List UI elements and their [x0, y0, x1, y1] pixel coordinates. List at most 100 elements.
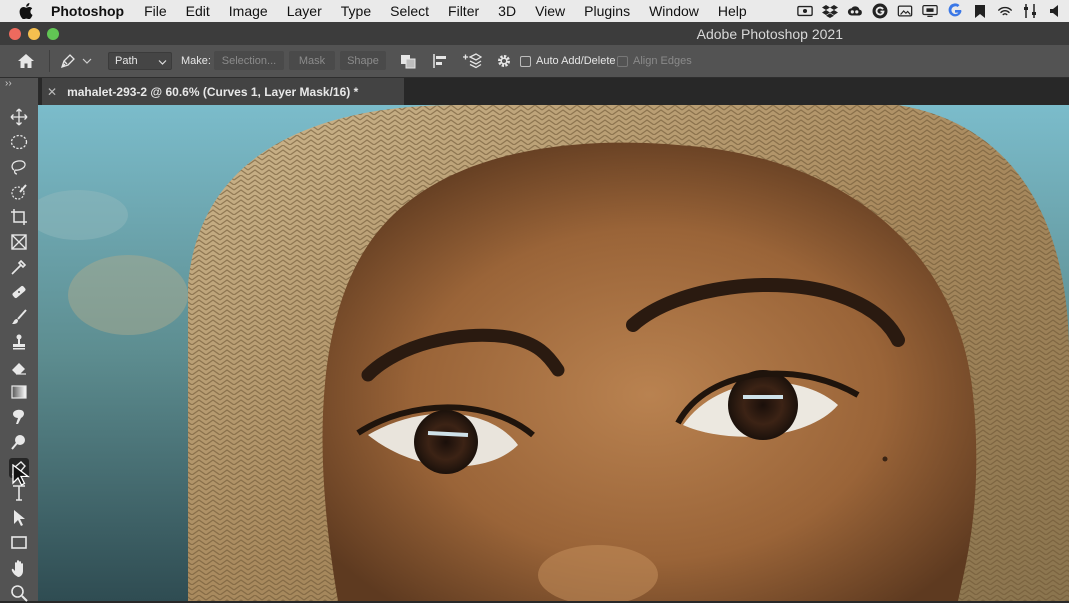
path-selection-tool[interactable] [9, 508, 29, 528]
auto-add-delete-checkbox[interactable]: Auto Add/Delete [520, 45, 616, 77]
photos-icon[interactable] [897, 3, 913, 19]
document-tab-bar: ✕ mahalet-293-2 @ 60.6% (Curves 1, Layer… [38, 78, 1069, 105]
macos-menubar: Photoshop File Edit Image Layer Type Sel… [0, 0, 1069, 22]
menu-file[interactable]: File [144, 3, 167, 19]
rectangle-tool[interactable] [9, 533, 29, 553]
menu-view[interactable]: View [535, 3, 565, 19]
path-arrangement-button[interactable] [462, 45, 482, 77]
quick-selection-icon [11, 184, 27, 200]
marquee-tool[interactable] [9, 132, 29, 152]
display-icon[interactable] [922, 3, 938, 19]
gradient-tool[interactable] [9, 382, 29, 402]
make-mask-button[interactable]: Mask [289, 51, 335, 70]
smudge-tool[interactable] [9, 407, 29, 427]
menu-layer[interactable]: Layer [287, 3, 322, 19]
zoom-icon [11, 585, 28, 602]
make-shape-button[interactable]: Shape [340, 51, 386, 70]
window-minimize-button[interactable] [28, 28, 40, 40]
dodge-icon [11, 435, 25, 450]
crop-tool[interactable] [9, 207, 29, 227]
dropbox-icon[interactable] [822, 3, 838, 19]
menu-image[interactable]: Image [229, 3, 268, 19]
menu-3d[interactable]: 3D [498, 3, 516, 19]
path-operations-button[interactable] [399, 45, 417, 77]
menu-filter[interactable]: Filter [448, 3, 479, 19]
make-selection-button[interactable]: Selection... [214, 51, 284, 70]
collapse-panel-icon[interactable]: ›› [5, 78, 12, 89]
close-tab-icon[interactable]: ✕ [47, 85, 57, 99]
portrait-photo[interactable] [38, 105, 1069, 601]
dodge-tool[interactable] [9, 432, 29, 452]
lasso-tool[interactable] [9, 157, 29, 177]
creative-cloud-icon[interactable] [847, 3, 863, 19]
stamp-icon [13, 334, 25, 350]
pen-mode-select[interactable]: Path [108, 52, 172, 70]
mouse-cursor-icon [12, 464, 30, 486]
align-left-icon [433, 54, 446, 68]
crop-icon [11, 209, 27, 225]
tool-preset-picker[interactable] [59, 45, 92, 77]
zoom-tool[interactable] [9, 583, 29, 603]
auto-add-delete-label: Auto Add/Delete [536, 55, 616, 67]
wifi-icon[interactable] [997, 3, 1013, 19]
menu-type[interactable]: Type [341, 3, 371, 19]
brush-tool[interactable] [9, 307, 29, 327]
bandage-icon [12, 286, 26, 298]
arrange-layers-icon [463, 53, 482, 69]
menu-window[interactable]: Window [649, 3, 699, 19]
window-maximize-button[interactable] [47, 28, 59, 40]
chevron-down-icon [158, 60, 167, 65]
frame-tool[interactable] [9, 232, 29, 252]
window-close-button[interactable] [9, 28, 21, 40]
rectangle-icon [11, 536, 27, 549]
move-tool[interactable] [9, 107, 29, 127]
menu-help[interactable]: Help [718, 3, 747, 19]
quick-selection-tool[interactable] [9, 182, 29, 202]
options-divider [49, 50, 50, 72]
document-tab[interactable]: ✕ mahalet-293-2 @ 60.6% (Curves 1, Layer… [42, 78, 404, 105]
hand-tool[interactable] [9, 558, 29, 578]
checkbox-box [617, 55, 628, 67]
hand-icon [11, 560, 23, 577]
tool-options-bar: Path Make: Selection... Mask Shape Auto … [0, 45, 1069, 78]
menu-edit[interactable]: Edit [186, 3, 210, 19]
menu-select[interactable]: Select [390, 3, 429, 19]
tools-panel: ›› [0, 78, 39, 603]
eyedropper-icon [11, 259, 27, 275]
menu-app-photoshop[interactable]: Photoshop [51, 3, 124, 19]
eyedropper-tool[interactable] [9, 257, 29, 277]
google-icon[interactable] [947, 3, 963, 19]
gear-icon [498, 55, 510, 67]
menubar-status-icons [797, 3, 1069, 19]
path-operations-icon [401, 55, 416, 69]
align-edges-label: Align Edges [633, 55, 692, 67]
window-title: Adobe Photoshop 2021 [696, 26, 843, 42]
gradient-icon [11, 385, 27, 399]
move-icon [10, 108, 28, 126]
chevron-down-icon [82, 58, 92, 64]
home-button[interactable] [17, 45, 35, 77]
menu-plugins[interactable]: Plugins [584, 3, 630, 19]
grammarly-icon[interactable] [872, 3, 888, 19]
screen-record-icon[interactable] [797, 3, 813, 19]
apple-logo-icon[interactable] [18, 3, 34, 19]
control-center-icon[interactable] [1022, 3, 1038, 19]
settings-button[interactable] [496, 45, 512, 77]
clone-stamp-tool[interactable] [9, 332, 29, 352]
document-canvas[interactable] [38, 105, 1069, 601]
healing-brush-tool[interactable] [9, 282, 29, 302]
align-edges-checkbox[interactable]: Align Edges [617, 45, 692, 77]
frame-icon [11, 234, 27, 250]
pen-tool-icon [60, 54, 75, 69]
home-icon [18, 54, 34, 68]
document-tab-title: mahalet-293-2 @ 60.6% (Curves 1, Layer M… [67, 84, 359, 99]
lasso-icon [11, 160, 26, 175]
pen-mode-value: Path [115, 55, 138, 67]
smudge-icon [13, 409, 24, 424]
eraser-tool[interactable] [9, 357, 29, 377]
make-label: Make: [181, 55, 211, 67]
path-alignment-button[interactable] [432, 45, 450, 77]
volume-icon[interactable] [1047, 3, 1063, 19]
bookmark-icon[interactable] [972, 3, 988, 19]
checkbox-box [520, 55, 531, 67]
